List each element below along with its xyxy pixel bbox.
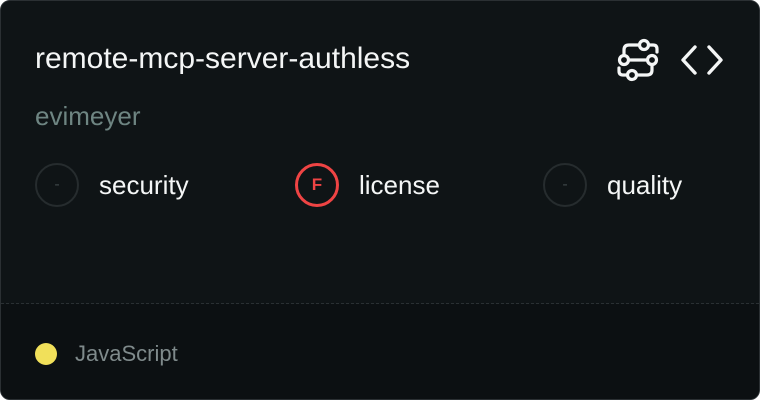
security-grade-badge: -	[35, 163, 79, 207]
security-score[interactable]: - security	[35, 163, 189, 207]
header-icons	[615, 37, 725, 83]
license-label: license	[359, 170, 440, 200]
card-footer: JavaScript	[1, 304, 759, 399]
author-name[interactable]: evimeyer	[35, 99, 140, 133]
quality-score[interactable]: - quality	[543, 163, 682, 207]
code-brackets-icon[interactable]	[679, 40, 725, 80]
license-grade-badge: F	[295, 163, 339, 207]
score-row: - security F license - quality	[35, 163, 735, 213]
quality-label: quality	[607, 170, 683, 200]
server-card[interactable]: remote-mcp-server-authless evimeyer - se…	[0, 0, 760, 400]
language-color-dot	[35, 343, 57, 365]
quality-grade-badge: -	[543, 163, 587, 207]
workflow-icon[interactable]	[615, 37, 661, 83]
license-score[interactable]: F license	[295, 163, 440, 207]
security-label: security	[99, 170, 189, 200]
server-title[interactable]: remote-mcp-server-authless	[35, 39, 410, 79]
language-name: JavaScript	[75, 341, 178, 366]
language-indicator: JavaScript	[35, 340, 178, 368]
